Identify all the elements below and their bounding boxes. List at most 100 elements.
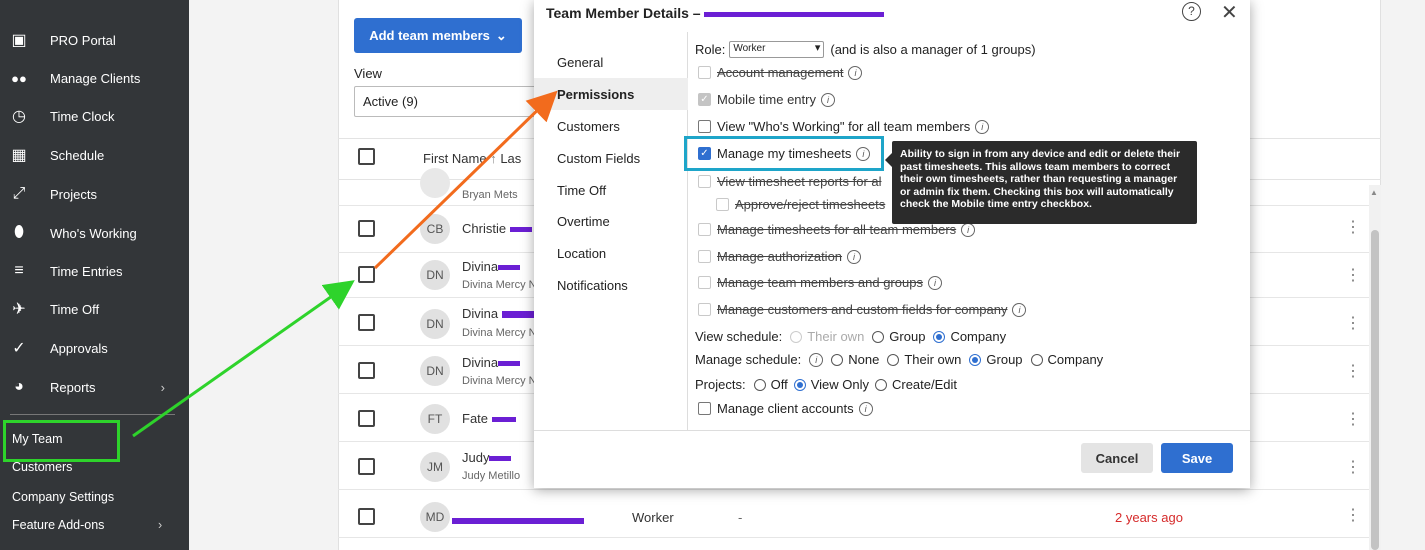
view-select[interactable]: Active (9) [354,86,554,117]
row-checkbox[interactable] [358,508,375,525]
role-suffix: (and is also a manager of 1 groups) [830,42,1036,57]
row-menu-icon[interactable]: ⋮ [1345,457,1361,477]
info-icon[interactable]: i [848,65,863,80]
sidebar-item-label: Time Off [50,301,100,317]
radio-their-own[interactable] [887,353,900,366]
scroll-up-icon[interactable]: ▲ [1370,188,1378,197]
cancel-button[interactable]: Cancel [1081,443,1153,473]
sidebar-item-time-clock[interactable]: ◷ Time Clock [0,97,189,135]
manage-schedule-row: Manage schedule: i None Their own Group … [695,352,1104,367]
checkbox[interactable] [698,223,711,236]
add-team-members-button[interactable]: Add team members ⌄ [354,18,522,53]
info-icon[interactable]: i [858,401,873,416]
sidebar-item-reports[interactable]: ◕ Reports › [0,368,189,406]
perm-manage-timesheets-all[interactable]: Manage timesheets for all team members i [698,222,976,237]
info-icon[interactable]: i [1012,302,1027,317]
perm-view-timesheet-reports[interactable]: View timesheet reports for al [698,174,882,189]
radio-none[interactable] [831,353,844,366]
sidebar-item-pro-portal[interactable]: ▣ PRO Portal [0,21,189,59]
row-checkbox[interactable] [358,458,375,475]
projects-label: Projects: [695,377,746,392]
modal-tab-custom-fields[interactable]: Custom Fields [557,151,640,166]
checkbox[interactable] [698,66,711,79]
avatar: DN [420,356,450,386]
scrollbar-thumb[interactable] [1371,230,1379,550]
row-menu-icon[interactable]: ⋮ [1345,505,1361,525]
info-icon[interactable]: i [975,119,990,134]
sidebar-item-customers[interactable]: Customers [12,460,72,474]
radio-group[interactable] [969,353,982,366]
modal-tab-location[interactable]: Location [557,246,606,261]
perm-approve-reject-timesheets[interactable]: Approve/reject timesheets [716,197,885,212]
info-icon[interactable]: i [847,249,862,264]
info-icon[interactable]: i [927,275,942,290]
sidebar-item-time-entries[interactable]: ≡ Time Entries [0,252,189,290]
perm-manage-authorization[interactable]: Manage authorization i [698,249,862,264]
row-menu-icon[interactable]: ⋮ [1345,409,1361,429]
perm-manage-client-accounts[interactable]: Manage client accounts i [698,401,873,416]
close-icon[interactable]: ✕ [1221,0,1238,25]
sidebar-item-projects[interactable]: ⤢ Projects [0,175,189,213]
radio-off[interactable] [753,378,766,391]
sidebar-item-company-settings[interactable]: Company Settings [12,490,114,504]
row-name [452,512,584,527]
row-checkbox[interactable] [358,362,375,379]
checkbox[interactable] [698,402,711,415]
select-all-checkbox[interactable] [358,148,375,165]
perm-account-management[interactable]: Account management i [698,65,863,80]
info-icon[interactable]: i [961,222,976,237]
column-header-first-name[interactable]: First Name ↑ Las [423,151,521,166]
modal-tab-customers[interactable]: Customers [557,119,620,134]
row-menu-icon[interactable]: ⋮ [1345,217,1361,237]
plane-icon: ✈ [12,301,26,318]
info-icon[interactable]: i [809,352,824,367]
modal-tab-overtime[interactable]: Overtime [557,214,610,229]
help-icon[interactable]: ? [1182,2,1201,21]
row-menu-icon[interactable]: ⋮ [1345,265,1361,285]
sidebar-item-feature-addons[interactable]: Feature Add-ons › [12,518,162,532]
row-menu-icon[interactable]: ⋮ [1345,361,1361,381]
row-checkbox[interactable] [358,410,375,427]
modal-tab-notifications[interactable]: Notifications [557,278,628,293]
save-button[interactable]: Save [1161,443,1233,473]
perm-manage-customers[interactable]: Manage customers and custom fields for c… [698,302,1027,317]
calendar-icon: ▦ [11,147,27,164]
checkbox[interactable] [716,198,729,211]
checkbox[interactable] [698,303,711,316]
checkbox[interactable] [698,250,711,263]
perm-mobile-time-entry[interactable]: ✓ Mobile time entry i [698,92,835,107]
row-menu-icon[interactable]: ⋮ [1345,313,1361,333]
perm-manage-team-members[interactable]: Manage team members and groups i [698,275,942,290]
radio-create-edit[interactable] [874,378,887,391]
row-role: Worker [632,510,674,525]
modal-tab-general[interactable]: General [557,55,603,70]
checkbox[interactable] [698,175,711,188]
checkbox[interactable] [698,276,711,289]
sidebar-item-label: Feature Add-ons [12,518,105,532]
role-select[interactable]: Worker [729,41,825,58]
radio-view-only[interactable] [793,378,806,391]
sidebar-item-label: Company Settings [12,490,115,504]
radio-group[interactable] [872,330,885,343]
row-subname: Divina Mercy N [462,327,537,339]
radio-their-own[interactable] [790,330,803,343]
sidebar-item-schedule[interactable]: ▦ Schedule [0,136,189,174]
radio-company[interactable] [933,330,946,343]
role-row: Role: Worker (and is also a manager of 1… [695,41,1036,58]
sidebar-item-manage-clients[interactable]: ●● Manage Clients [0,59,189,97]
sidebar-item-whos-working[interactable]: ⬮ Who's Working [0,214,189,252]
sidebar-item-time-off[interactable]: ✈ Time Off [0,290,189,328]
modal-tab-permissions[interactable]: Permissions [557,87,634,102]
avatar: CB [420,214,450,244]
info-icon[interactable]: i [820,92,835,107]
row-checkbox[interactable] [358,266,375,283]
radio-company[interactable] [1030,353,1043,366]
sidebar-item-approvals[interactable]: ✓ Approvals [0,329,189,367]
clock-icon: ◷ [12,108,26,125]
row-checkbox[interactable] [358,220,375,237]
row-checkbox[interactable] [358,314,375,331]
modal-tab-time-off[interactable]: Time Off [557,183,606,198]
perm-view-whos-working[interactable]: View "Who's Working" for all team member… [698,119,990,134]
checkbox[interactable]: ✓ [698,93,711,106]
checkbox[interactable] [698,120,711,133]
